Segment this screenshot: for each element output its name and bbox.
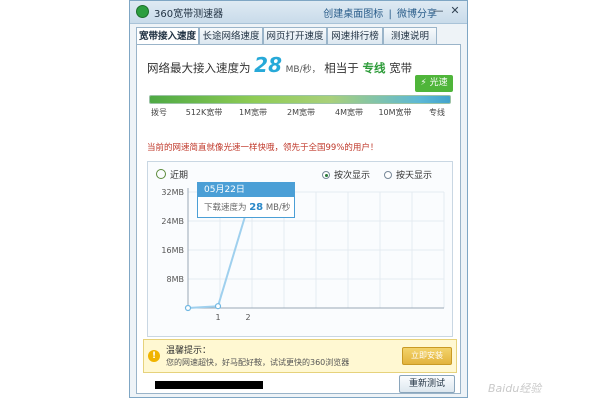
speed-tooltip: 05月22日 下载速度为 28 MB/秒: [197, 182, 295, 218]
x-tick-label: 2: [245, 313, 250, 322]
tip-text: 您的网速超快，好马配好鞍，试试更快的360浏览器: [166, 358, 350, 367]
scale-tick: 4M宽带: [335, 108, 363, 117]
tab-speed-ranking[interactable]: 网速排行榜: [327, 27, 383, 45]
close-button[interactable]: ✕: [448, 4, 462, 18]
info-icon: !: [148, 350, 160, 362]
headline-middle: 相当于: [324, 61, 359, 75]
speed-note: 当前的网速简直就像光速一样快哦，领先于全国99%的用户！: [147, 143, 379, 153]
speed-history-chart: 32MB 24MB 16MB 8MB 1 2: [161, 188, 445, 322]
redacted-text: [155, 381, 263, 389]
speed-unit: MB/秒，: [285, 65, 321, 75]
install-browser-button[interactable]: 立即安装: [402, 347, 452, 365]
create-desktop-icon-link[interactable]: 创建桌面图标: [323, 9, 383, 20]
minimize-button[interactable]: —: [431, 4, 445, 18]
scale-tick: 512K宽带: [185, 108, 223, 117]
scale-tick: 拨号: [151, 108, 167, 117]
tooltip-label: 下载速度为: [204, 203, 247, 213]
bandwidth-scale-bar: [149, 95, 451, 104]
window-title: 360宽带测速器: [154, 9, 224, 20]
scale-tick: 10M宽带: [378, 108, 412, 117]
speedtest-window: 360宽带测速器 创建桌面图标 | 微博分享 — ✕ 宽带接入速度 长途网络速度…: [129, 0, 468, 398]
speed-level-badge: ⚡ 光速: [415, 75, 453, 92]
lightning-icon: ⚡: [420, 78, 427, 88]
scale-tick: 2M宽带: [287, 108, 315, 117]
tooltip-value: 下载速度为 28 MB/秒: [204, 201, 290, 213]
title-bar: 360宽带测速器 创建桌面图标 | 微博分享 — ✕: [130, 1, 467, 24]
data-point: [184, 304, 192, 312]
broadband-tier: 专线: [362, 61, 386, 75]
main-content: 网络最大接入速度为 28 MB/秒， 相当于 专线 宽带 ⚡ 光速 拨号 512…: [136, 44, 461, 394]
speed-history-panel: 近期 按次显示 按天显示 32MB 24MB 16MB 8MB 1 2 05月22日 下载…: [147, 161, 453, 337]
app-logo-icon: [136, 5, 149, 18]
tip-title: 温馨提示：: [166, 346, 212, 356]
series-line: [187, 206, 249, 309]
retest-button[interactable]: 重新测试: [399, 375, 455, 393]
y-tick-label: 24MB: [161, 217, 184, 226]
speed-level-label: 光速: [429, 78, 448, 88]
scale-tick: 1M宽带: [239, 108, 267, 117]
x-tick-label: 1: [215, 313, 220, 322]
warm-tip-banner: ! 温馨提示： 您的网速超快，好马配好鞍，试试更快的360浏览器 立即安装: [143, 339, 457, 373]
headline-prefix: 网络最大接入速度为: [147, 61, 251, 75]
y-tick-label: 16MB: [161, 246, 184, 255]
top-links: 创建桌面图标 | 微博分享: [321, 5, 437, 20]
scale-tick: 专线: [429, 108, 445, 117]
tab-long-distance-speed[interactable]: 长途网络速度: [199, 27, 263, 45]
watermark-text: Baidu经验: [488, 382, 542, 395]
tooltip-speed: 28: [249, 202, 264, 213]
speed-headline: 网络最大接入速度为 28 MB/秒， 相当于 专线 宽带: [147, 53, 412, 77]
y-tick-label: 32MB: [161, 188, 184, 197]
tab-broadband-access-speed[interactable]: 宽带接入速度: [136, 27, 199, 45]
tooltip-unit: MB/秒: [265, 203, 291, 213]
headline-suffix: 宽带: [389, 61, 413, 75]
max-speed-value: 28: [254, 53, 282, 77]
link-separator: |: [388, 9, 392, 20]
tab-speed-test-help[interactable]: 测速说明: [383, 27, 437, 45]
data-point: [214, 303, 222, 310]
y-tick-label: 8MB: [167, 275, 184, 284]
tooltip-date: 05月22日: [198, 183, 294, 197]
tab-page-open-speed[interactable]: 网页打开速度: [263, 27, 327, 45]
